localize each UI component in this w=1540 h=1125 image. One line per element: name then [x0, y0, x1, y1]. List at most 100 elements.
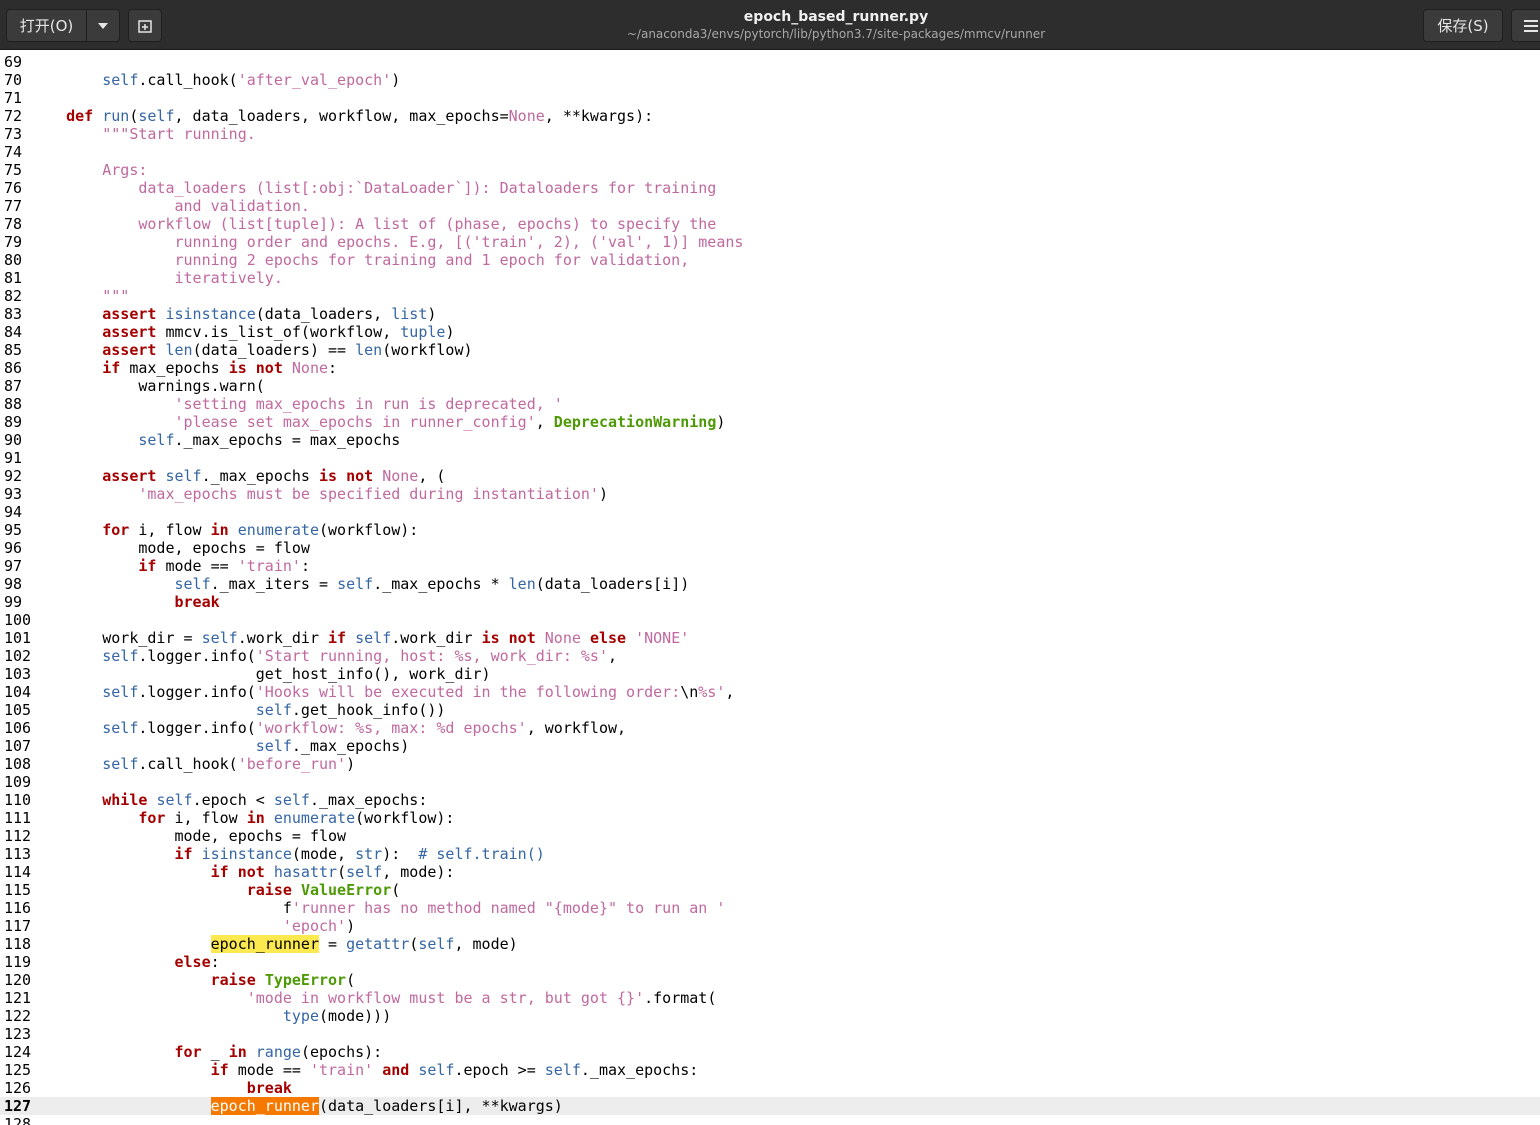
code-text[interactable]: 'please set max_epochs in runner_config'… — [30, 413, 726, 431]
code-line[interactable]: 92 assert self._max_epochs is not None, … — [0, 467, 1540, 485]
code-line[interactable]: 114 if not hasattr(self, mode): — [0, 863, 1540, 881]
code-text[interactable]: self._max_epochs) — [30, 737, 410, 755]
code-line[interactable]: 74 — [0, 143, 1540, 161]
code-line[interactable]: 76 data_loaders (list[:obj:`DataLoader`]… — [0, 179, 1540, 197]
code-text[interactable]: self._max_epochs = max_epochs — [30, 431, 400, 449]
code-line[interactable]: 107 self._max_epochs) — [0, 737, 1540, 755]
code-line[interactable]: 103 get_host_info(), work_dir) — [0, 665, 1540, 683]
code-line[interactable]: 84 assert mmcv.is_list_of(workflow, tupl… — [0, 323, 1540, 341]
code-text[interactable]: assert mmcv.is_list_of(workflow, tuple) — [30, 323, 454, 341]
code-text[interactable]: 'max_epochs must be specified during ins… — [30, 485, 608, 503]
code-text[interactable]: if mode == 'train' and self.epoch >= sel… — [30, 1061, 699, 1079]
code-line[interactable]: 106 self.logger.info('workflow: %s, max:… — [0, 719, 1540, 737]
code-line[interactable]: 125 if mode == 'train' and self.epoch >=… — [0, 1061, 1540, 1079]
code-line[interactable]: 118 epoch_runner = getattr(self, mode) — [0, 935, 1540, 953]
code-text[interactable]: raise TypeError( — [30, 971, 356, 989]
code-line[interactable]: 98 self._max_iters = self._max_epochs * … — [0, 575, 1540, 593]
code-line[interactable]: 110 while self.epoch < self._max_epochs: — [0, 791, 1540, 809]
code-line[interactable]: 82 """ — [0, 287, 1540, 305]
code-text[interactable]: mode, epochs = flow — [30, 539, 310, 557]
code-text[interactable]: assert isinstance(data_loaders, list) — [30, 305, 436, 323]
code-text[interactable]: for i, flow in enumerate(workflow): — [30, 809, 454, 827]
code-line[interactable]: 119 else: — [0, 953, 1540, 971]
code-line[interactable]: 109 — [0, 773, 1540, 791]
code-line[interactable]: 127 epoch_runner(data_loaders[i], **kwar… — [0, 1097, 1540, 1115]
new-tab-button[interactable] — [128, 9, 162, 42]
code-line[interactable]: 104 self.logger.info('Hooks will be exec… — [0, 683, 1540, 701]
code-line[interactable]: 99 break — [0, 593, 1540, 611]
code-line[interactable]: 89 'please set max_epochs in runner_conf… — [0, 413, 1540, 431]
code-line[interactable]: 80 running 2 epochs for training and 1 e… — [0, 251, 1540, 269]
code-text[interactable]: epoch_runner = getattr(self, mode) — [30, 935, 518, 953]
code-text[interactable]: raise ValueError( — [30, 881, 401, 899]
code-text[interactable]: f'runner has no method named "{mode}" to… — [30, 899, 726, 917]
code-line[interactable]: 73 """Start running. — [0, 125, 1540, 143]
code-line[interactable]: 102 self.logger.info('Start running, hos… — [0, 647, 1540, 665]
code-line[interactable]: 95 for i, flow in enumerate(workflow): — [0, 521, 1540, 539]
code-line[interactable]: 91 — [0, 449, 1540, 467]
code-line[interactable]: 83 assert isinstance(data_loaders, list) — [0, 305, 1540, 323]
code-text[interactable]: 'mode in workflow must be a str, but got… — [30, 989, 717, 1007]
code-line[interactable]: 100 — [0, 611, 1540, 629]
code-line[interactable]: 113 if isinstance(mode, str): # self.tra… — [0, 845, 1540, 863]
code-line[interactable]: 128 — [0, 1115, 1540, 1125]
code-line[interactable]: 96 mode, epochs = flow — [0, 539, 1540, 557]
code-text[interactable]: def run(self, data_loaders, workflow, ma… — [30, 107, 653, 125]
code-text[interactable]: warnings.warn( — [30, 377, 264, 395]
code-line[interactable]: 112 mode, epochs = flow — [0, 827, 1540, 845]
code-text[interactable]: 'epoch') — [30, 917, 355, 935]
code-text[interactable]: break — [30, 593, 220, 611]
code-line[interactable]: 117 'epoch') — [0, 917, 1540, 935]
code-text[interactable]: while self.epoch < self._max_epochs: — [30, 791, 427, 809]
code-text[interactable]: self.get_hook_info()) — [30, 701, 446, 719]
code-text[interactable]: workflow (list[tuple]): A list of (phase… — [30, 215, 716, 233]
code-text[interactable]: break — [30, 1079, 292, 1097]
code-text[interactable]: self.logger.info('Hooks will be executed… — [30, 683, 734, 701]
code-line[interactable]: 120 raise TypeError( — [0, 971, 1540, 989]
code-text[interactable]: running 2 epochs for training and 1 epoc… — [30, 251, 689, 269]
code-line[interactable]: 86 if max_epochs is not None: — [0, 359, 1540, 377]
code-text[interactable]: self.call_hook('after_val_epoch') — [30, 71, 400, 89]
code-line[interactable]: 87 warnings.warn( — [0, 377, 1540, 395]
code-line[interactable]: 79 running order and epochs. E.g, [('tra… — [0, 233, 1540, 251]
code-text[interactable]: data_loaders (list[:obj:`DataLoader`]): … — [30, 179, 716, 197]
code-text[interactable]: assert self._max_epochs is not None, ( — [30, 467, 445, 485]
code-line[interactable]: 126 break — [0, 1079, 1540, 1097]
code-line[interactable]: 111 for i, flow in enumerate(workflow): — [0, 809, 1540, 827]
code-line[interactable]: 122 type(mode))) — [0, 1007, 1540, 1025]
code-text[interactable]: get_host_info(), work_dir) — [30, 665, 491, 683]
code-text[interactable]: if mode == 'train': — [30, 557, 310, 575]
code-line[interactable]: 78 workflow (list[tuple]): A list of (ph… — [0, 215, 1540, 233]
hamburger-menu-button[interactable] — [1511, 9, 1540, 42]
code-line[interactable]: 108 self.call_hook('before_run') — [0, 755, 1540, 773]
code-line[interactable]: 77 and validation. — [0, 197, 1540, 215]
code-line[interactable]: 71 — [0, 89, 1540, 107]
code-text[interactable]: assert len(data_loaders) == len(workflow… — [30, 341, 472, 359]
code-line[interactable]: 123 — [0, 1025, 1540, 1043]
code-text[interactable]: if isinstance(mode, str): # self.train() — [30, 845, 545, 863]
code-text[interactable]: for i, flow in enumerate(workflow): — [30, 521, 418, 539]
code-line[interactable]: 85 assert len(data_loaders) == len(workf… — [0, 341, 1540, 359]
code-text[interactable]: self.logger.info('Start running, host: %… — [30, 647, 617, 665]
code-text[interactable]: 'setting max_epochs in run is deprecated… — [30, 395, 563, 413]
code-text[interactable]: running order and epochs. E.g, [('train'… — [30, 233, 743, 251]
code-text[interactable]: else: — [30, 953, 220, 971]
code-line[interactable]: 94 — [0, 503, 1540, 521]
code-text[interactable]: """Start running. — [30, 125, 256, 143]
open-button[interactable]: 打开(O) — [6, 9, 87, 42]
code-line[interactable]: 72 def run(self, data_loaders, workflow,… — [0, 107, 1540, 125]
code-text[interactable]: iteratively. — [30, 269, 282, 287]
code-line[interactable]: 81 iteratively. — [0, 269, 1540, 287]
code-line[interactable]: 97 if mode == 'train': — [0, 557, 1540, 575]
save-button[interactable]: 保存(S) — [1423, 9, 1503, 42]
code-line[interactable]: 93 'max_epochs must be specified during … — [0, 485, 1540, 503]
code-text[interactable]: if not hasattr(self, mode): — [30, 863, 455, 881]
code-text[interactable]: Args: — [30, 161, 147, 179]
open-menu-button[interactable] — [86, 9, 120, 42]
code-line[interactable]: 88 'setting max_epochs in run is depreca… — [0, 395, 1540, 413]
code-text[interactable]: for _ in range(epochs): — [30, 1043, 383, 1061]
code-line[interactable]: 75 Args: — [0, 161, 1540, 179]
code-text[interactable]: and validation. — [30, 197, 309, 215]
code-text[interactable]: work_dir = self.work_dir if self.work_di… — [30, 629, 689, 647]
code-text[interactable]: """ — [30, 287, 129, 305]
